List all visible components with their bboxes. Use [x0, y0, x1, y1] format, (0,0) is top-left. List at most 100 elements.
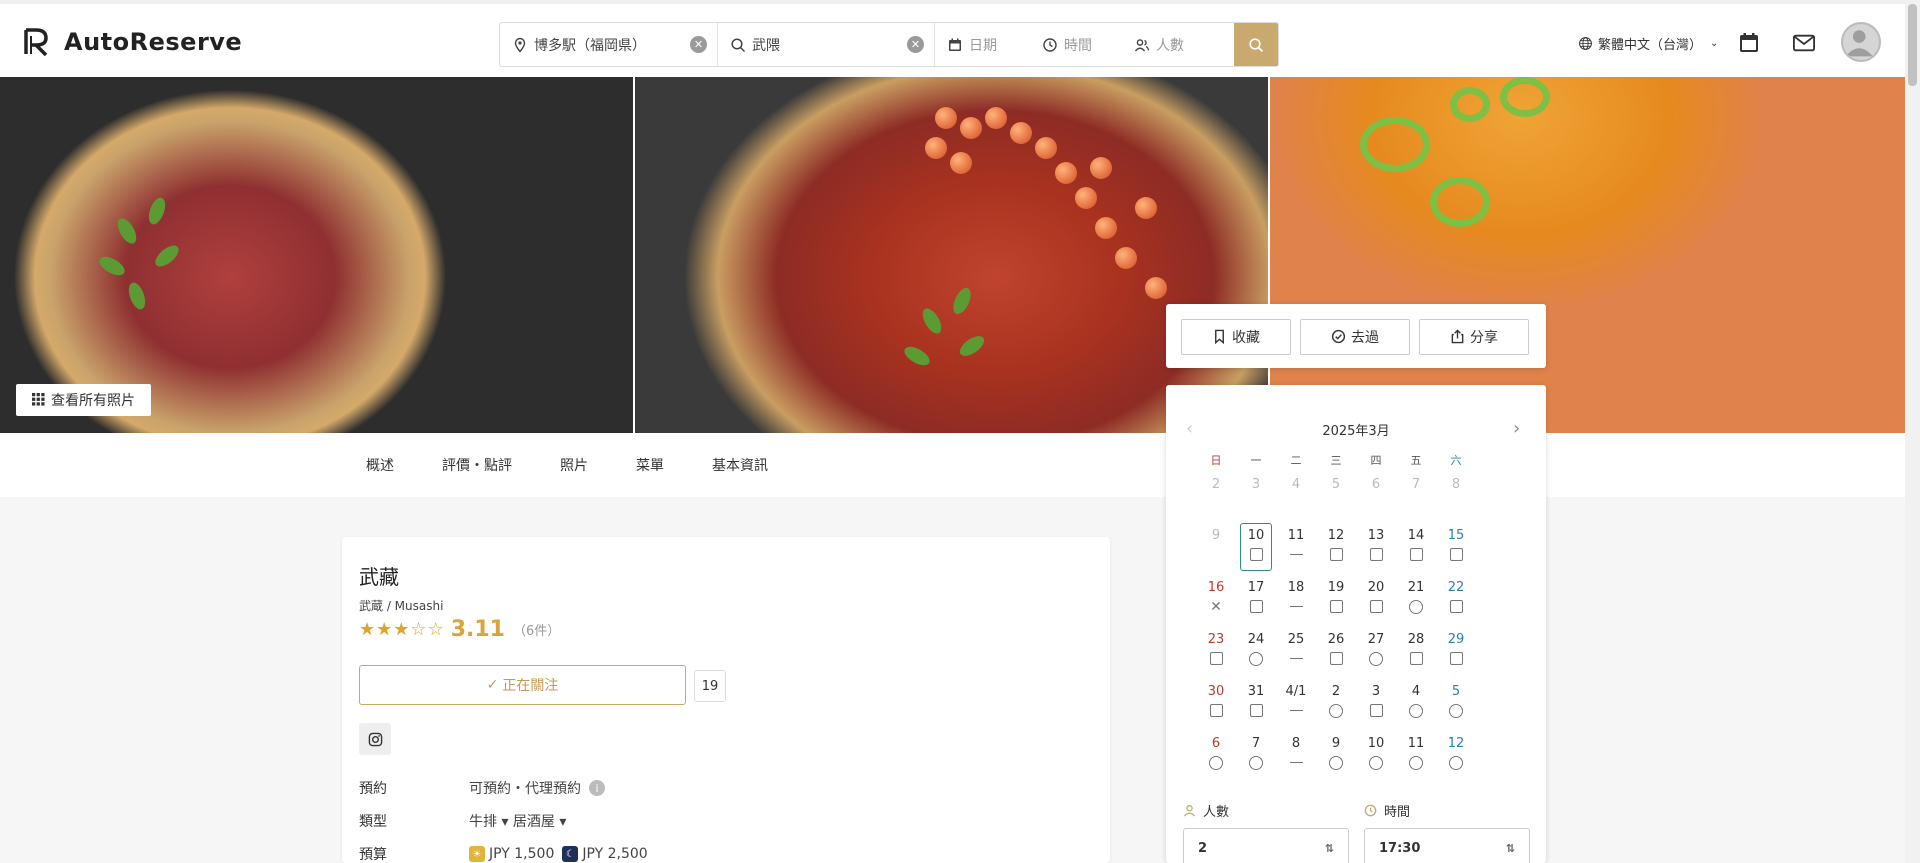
- search-button[interactable]: [1234, 23, 1278, 66]
- scrollbar[interactable]: [1905, 0, 1920, 863]
- tab-reviews[interactable]: 評價・點評: [442, 455, 512, 475]
- info-row-reservation: 預約 可預約・代理預約 i: [359, 778, 605, 798]
- user-avatar[interactable]: [1841, 22, 1881, 62]
- calendar-day[interactable]: 19: [1321, 580, 1351, 595]
- weekday-header: 五: [1410, 454, 1422, 467]
- visited-button[interactable]: 去過: [1300, 319, 1410, 355]
- genre-links[interactable]: 牛排 ▾ 居酒屋 ▾: [469, 811, 566, 831]
- mail-icon[interactable]: [1791, 30, 1817, 56]
- info-circle-icon[interactable]: i: [589, 780, 605, 796]
- follow-button[interactable]: ✓ 正在關注: [359, 665, 686, 705]
- restaurant-name: 武藏: [359, 565, 399, 589]
- logo[interactable]: AutoReserve: [22, 26, 242, 58]
- availability-marker: [1281, 704, 1311, 711]
- calendar-day[interactable]: 10: [1361, 736, 1391, 751]
- budget-lunch: JPY 1,500: [489, 846, 555, 862]
- calendar-day[interactable]: 9: [1201, 528, 1231, 543]
- food-photo-3[interactable]: [1269, 77, 1905, 433]
- unavailable-dash-icon: [1289, 762, 1303, 763]
- calendar-day[interactable]: 16: [1201, 580, 1231, 595]
- date-field[interactable]: 日期: [935, 23, 1030, 66]
- calendar-day[interactable]: 21: [1401, 580, 1431, 595]
- share-button[interactable]: 分享: [1419, 319, 1529, 355]
- availability-box-icon: [1409, 652, 1423, 665]
- save-button[interactable]: 收藏: [1181, 319, 1291, 355]
- calendar-day[interactable]: 25: [1281, 632, 1311, 647]
- tab-photos[interactable]: 照片: [560, 455, 588, 475]
- availability-marker: [1361, 756, 1391, 770]
- calendar-day[interactable]: 11: [1281, 528, 1311, 543]
- calendar-day[interactable]: 4: [1401, 684, 1431, 699]
- unavailable-dash-icon: [1289, 658, 1303, 659]
- availability-circle-icon: [1409, 600, 1423, 614]
- keyword-field[interactable]: 武隈 ✕: [718, 23, 935, 66]
- time-select[interactable]: 17:30 ⇅: [1364, 828, 1530, 863]
- instagram-button[interactable]: [359, 723, 391, 755]
- tab-menu[interactable]: 菜單: [636, 455, 664, 475]
- calendar-day[interactable]: 26: [1321, 632, 1351, 647]
- calendar-day[interactable]: 3: [1361, 684, 1391, 699]
- clear-keyword-icon[interactable]: ✕: [907, 36, 924, 53]
- clear-location-icon[interactable]: ✕: [690, 36, 707, 53]
- calendar-day[interactable]: 29: [1441, 632, 1471, 647]
- calendar-day[interactable]: 14: [1401, 528, 1431, 543]
- availability-box-icon: [1449, 600, 1463, 613]
- view-all-photos-button[interactable]: 查看所有照片: [16, 384, 151, 416]
- calendar-day[interactable]: 23: [1201, 632, 1231, 647]
- food-photo-1[interactable]: 查看所有照片: [0, 77, 634, 433]
- location-pin-icon: [512, 37, 528, 53]
- calendar-day[interactable]: 11: [1401, 736, 1431, 751]
- availability-box-icon: [1409, 548, 1423, 561]
- calendar-day[interactable]: 24: [1241, 632, 1271, 647]
- calendar-day[interactable]: 22: [1441, 580, 1471, 595]
- bookmark-icon: [1212, 329, 1228, 345]
- calendar-day[interactable]: 15: [1441, 528, 1471, 543]
- calendar-day[interactable]: 4/1: [1281, 684, 1311, 699]
- availability-marker: [1361, 652, 1391, 666]
- tab-overview[interactable]: 概述: [366, 455, 394, 475]
- calendar-day[interactable]: 8: [1281, 736, 1311, 751]
- calendar-day[interactable]: 30: [1201, 684, 1231, 699]
- time-field[interactable]: 時間: [1030, 23, 1122, 66]
- calendar-day[interactable]: 6: [1201, 736, 1231, 751]
- people-label-text: 人數: [1203, 805, 1230, 820]
- star-filled-icon: ★: [359, 619, 376, 640]
- calendar-day[interactable]: 12: [1441, 736, 1471, 751]
- closed-x-icon: ✕: [1210, 599, 1222, 615]
- language-selector[interactable]: 繁體中文（台灣） ⌄: [1578, 34, 1718, 53]
- availability-circle-icon: [1449, 704, 1463, 718]
- calendar-day[interactable]: 9: [1321, 736, 1351, 751]
- scrollbar-thumb[interactable]: [1908, 4, 1917, 86]
- calendar-day[interactable]: 2: [1321, 684, 1351, 699]
- calendar-day[interactable]: 31: [1241, 684, 1271, 699]
- calendar-day[interactable]: 17: [1241, 580, 1271, 595]
- rating[interactable]: ★ ★ ★ ☆ ☆ 3.11 （6件）: [359, 617, 560, 642]
- calendar-day[interactable]: 12: [1321, 528, 1351, 543]
- chevron-right-icon[interactable]: ›: [1513, 418, 1520, 439]
- time-select-value: 17:30: [1379, 840, 1421, 856]
- location-field[interactable]: 博多駅（福岡県） ✕: [500, 23, 718, 66]
- calendar-day[interactable]: 13: [1361, 528, 1391, 543]
- availability-marker: [1241, 704, 1271, 717]
- tab-basic-info[interactable]: 基本資訊: [712, 455, 768, 475]
- photo-gallery: 查看所有照片: [0, 77, 1905, 433]
- calendar-day[interactable]: 18: [1281, 580, 1311, 595]
- calendar-day[interactable]: 5: [1441, 684, 1471, 699]
- availability-box-icon: [1209, 704, 1223, 717]
- availability-circle-icon: [1449, 756, 1463, 770]
- calendar-day[interactable]: 20: [1361, 580, 1391, 595]
- people-select[interactable]: 2 ⇅: [1183, 828, 1349, 863]
- availability-marker: [1361, 548, 1391, 561]
- availability-circle-icon: [1369, 756, 1383, 770]
- availability-box-icon: [1249, 704, 1263, 717]
- reservation-calendar: ‹ 2025年3月 › 日一二三四五六 2 3 4 5 6 7 8 9 10 11 12 13 14 15 1…: [1166, 385, 1546, 863]
- calendar-day[interactable]: 28: [1401, 632, 1431, 647]
- availability-circle-icon: [1209, 756, 1223, 770]
- people-field[interactable]: 人數: [1122, 23, 1234, 66]
- availability-box-icon: [1209, 652, 1223, 665]
- food-photo-2[interactable]: [635, 77, 1268, 433]
- calendar-day[interactable]: 7: [1241, 736, 1271, 751]
- share-label: 分享: [1470, 330, 1498, 346]
- reservations-calendar-icon[interactable]: [1736, 30, 1762, 56]
- calendar-day[interactable]: 27: [1361, 632, 1391, 647]
